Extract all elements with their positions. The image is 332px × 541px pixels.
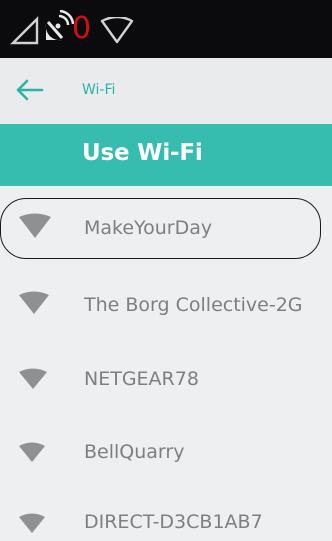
network-name: BellQuarry bbox=[84, 441, 185, 463]
wifi-settings-screen: 0 Wi-Fi Use Wi-Fi MakeYourDay The Borg C… bbox=[0, 0, 332, 541]
network-name: DIRECT-D3CB1AB7 bbox=[84, 511, 263, 533]
network-item[interactable]: DIRECT-D3CB1AB7 bbox=[0, 485, 332, 541]
wifi-signal-icon bbox=[19, 513, 45, 533]
use-wifi-toggle[interactable]: Use Wi-Fi bbox=[0, 124, 332, 186]
page-title: Wi-Fi bbox=[82, 82, 116, 98]
use-wifi-label: Use Wi-Fi bbox=[82, 140, 203, 166]
wifi-outline-icon bbox=[100, 17, 134, 44]
signal-outline-icon bbox=[10, 16, 39, 45]
network-item[interactable]: MakeYourDay bbox=[0, 191, 332, 265]
wifi-signal-icon bbox=[19, 291, 49, 314]
wifi-signal-icon bbox=[19, 213, 51, 238]
network-item[interactable]: BellQuarry bbox=[0, 414, 332, 488]
network-name: NETGEAR78 bbox=[84, 368, 199, 390]
satellite-dish-icon bbox=[45, 10, 74, 41]
network-item[interactable]: NETGEAR78 bbox=[0, 341, 332, 415]
network-name: The Borg Collective-2G bbox=[84, 294, 303, 316]
app-bar: Wi-Fi bbox=[0, 58, 332, 124]
notification-count: 0 bbox=[72, 11, 92, 46]
wifi-signal-icon bbox=[19, 368, 47, 389]
status-bar: 0 bbox=[0, 0, 332, 58]
network-item[interactable]: The Borg Collective-2G bbox=[0, 266, 332, 340]
arrow-left-icon[interactable] bbox=[14, 77, 44, 103]
wifi-signal-icon bbox=[19, 442, 45, 462]
network-name: MakeYourDay bbox=[84, 217, 213, 239]
